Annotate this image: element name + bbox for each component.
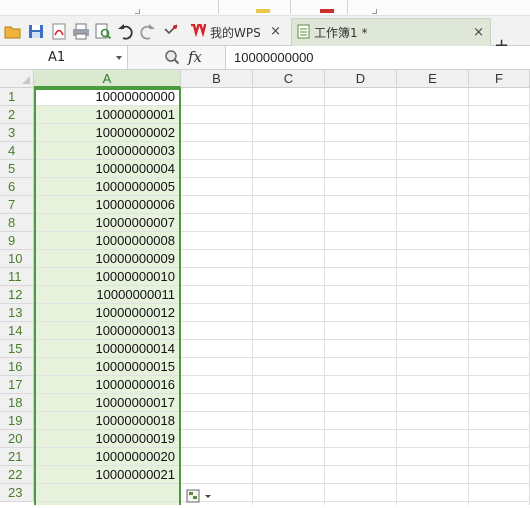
column-header-a[interactable]: A <box>34 70 181 88</box>
row-header-9[interactable]: 9 <box>0 232 34 250</box>
row-header-14[interactable]: 14 <box>0 322 34 340</box>
zoom-icon[interactable] <box>164 49 180 69</box>
row-header-23[interactable]: 23 <box>0 484 34 502</box>
row-header-22[interactable]: 22 <box>0 466 34 484</box>
row-header-3[interactable]: 3 <box>0 124 34 142</box>
column-header-d[interactable]: D <box>325 70 397 88</box>
column-header-c[interactable]: C <box>253 70 325 88</box>
row-header-17[interactable]: 17 <box>0 376 34 394</box>
ribbon-separator <box>218 0 219 14</box>
print-icon[interactable] <box>72 21 90 41</box>
formula-bar: A1 fx 10000000000 <box>0 46 530 70</box>
ribbon-remnant <box>0 0 530 16</box>
tab-workbook-label: 工作簿1 * <box>314 26 368 40</box>
name-box[interactable]: A1 <box>0 46 128 69</box>
name-box-value: A1 <box>48 50 66 65</box>
row-header-13[interactable]: 13 <box>0 304 34 322</box>
tab-my-wps[interactable]: 我的WPS × <box>187 18 287 46</box>
column-header-e[interactable]: E <box>397 70 469 88</box>
row-header-5[interactable]: 5 <box>0 160 34 178</box>
undo-icon[interactable] <box>116 21 134 41</box>
tab-my-wps-label: 我的WPS <box>210 25 261 40</box>
column-header-b[interactable]: B <box>181 70 253 88</box>
ribbon-separator <box>290 0 291 14</box>
column-header-f[interactable]: F <box>469 70 530 88</box>
dialog-launcher-icon[interactable] <box>372 9 377 14</box>
row-header-4[interactable]: 4 <box>0 142 34 160</box>
row-header-6[interactable]: 6 <box>0 178 34 196</box>
workbook-icon <box>297 24 310 42</box>
row-header-18[interactable]: 18 <box>0 394 34 412</box>
ribbon-separator <box>347 0 348 14</box>
close-tab-wps-icon[interactable]: × <box>270 24 281 39</box>
row-header-8[interactable]: 8 <box>0 214 34 232</box>
formula-tools: fx <box>128 46 226 69</box>
close-tab-workbook-icon[interactable]: × <box>473 25 484 40</box>
row-header-19[interactable]: 19 <box>0 412 34 430</box>
open-folder-icon[interactable] <box>4 21 22 41</box>
row-header-10[interactable]: 10 <box>0 250 34 268</box>
dialog-launcher-icon[interactable] <box>135 9 140 14</box>
row-header-2[interactable]: 2 <box>0 106 34 124</box>
row-header-1[interactable]: 1 <box>0 88 34 106</box>
select-all-triangle <box>22 76 30 84</box>
insert-function-button[interactable]: fx <box>188 48 202 66</box>
row-header-11[interactable]: 11 <box>0 268 34 286</box>
row-header-16[interactable]: 16 <box>0 358 34 376</box>
font-color-swatch[interactable] <box>256 9 270 13</box>
paste-options-icon[interactable] <box>185 488 213 504</box>
print-preview-icon[interactable] <box>94 21 112 41</box>
gridline-vertical <box>396 88 397 505</box>
select-all-corner[interactable] <box>0 70 34 88</box>
wps-logo-icon <box>191 23 207 40</box>
fill-color-swatch[interactable] <box>320 9 334 13</box>
name-box-dropdown-icon[interactable] <box>116 56 122 60</box>
save-icon[interactable] <box>27 21 45 41</box>
tab-workbook[interactable]: 工作簿1 * × <box>291 18 491 46</box>
row-header-20[interactable]: 20 <box>0 430 34 448</box>
row-header-21[interactable]: 21 <box>0 448 34 466</box>
title-toolbar: 我的WPS × 工作簿1 * × + <box>0 16 530 56</box>
formula-input[interactable]: 10000000000 <box>234 50 314 65</box>
gridline-vertical <box>468 88 469 505</box>
export-pdf-icon[interactable] <box>50 21 68 41</box>
cell-grid[interactable]: 10000000000 10000000001 10000000002 1000000… <box>34 88 530 505</box>
row-header-7[interactable]: 7 <box>0 196 34 214</box>
gridline-vertical <box>252 88 253 505</box>
row-header-12[interactable]: 12 <box>0 286 34 304</box>
format-painter-icon[interactable] <box>162 21 180 41</box>
row-header-15[interactable]: 15 <box>0 340 34 358</box>
gridline-vertical <box>324 88 325 505</box>
redo-icon[interactable] <box>139 21 157 41</box>
selection-border <box>34 88 181 505</box>
